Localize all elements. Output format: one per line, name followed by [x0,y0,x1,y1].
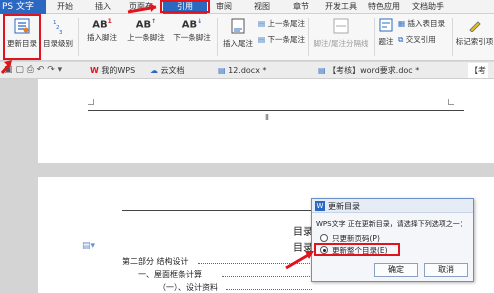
arrow-to-entire-toc [285,252,311,270]
arrow-head [150,3,156,12]
annotation-arrows [0,3,314,270]
wps-window: PS 文字 开始 插入 页面布 引用 审阅 视图 章节 开发工具 特色应用 文档… [0,0,494,293]
